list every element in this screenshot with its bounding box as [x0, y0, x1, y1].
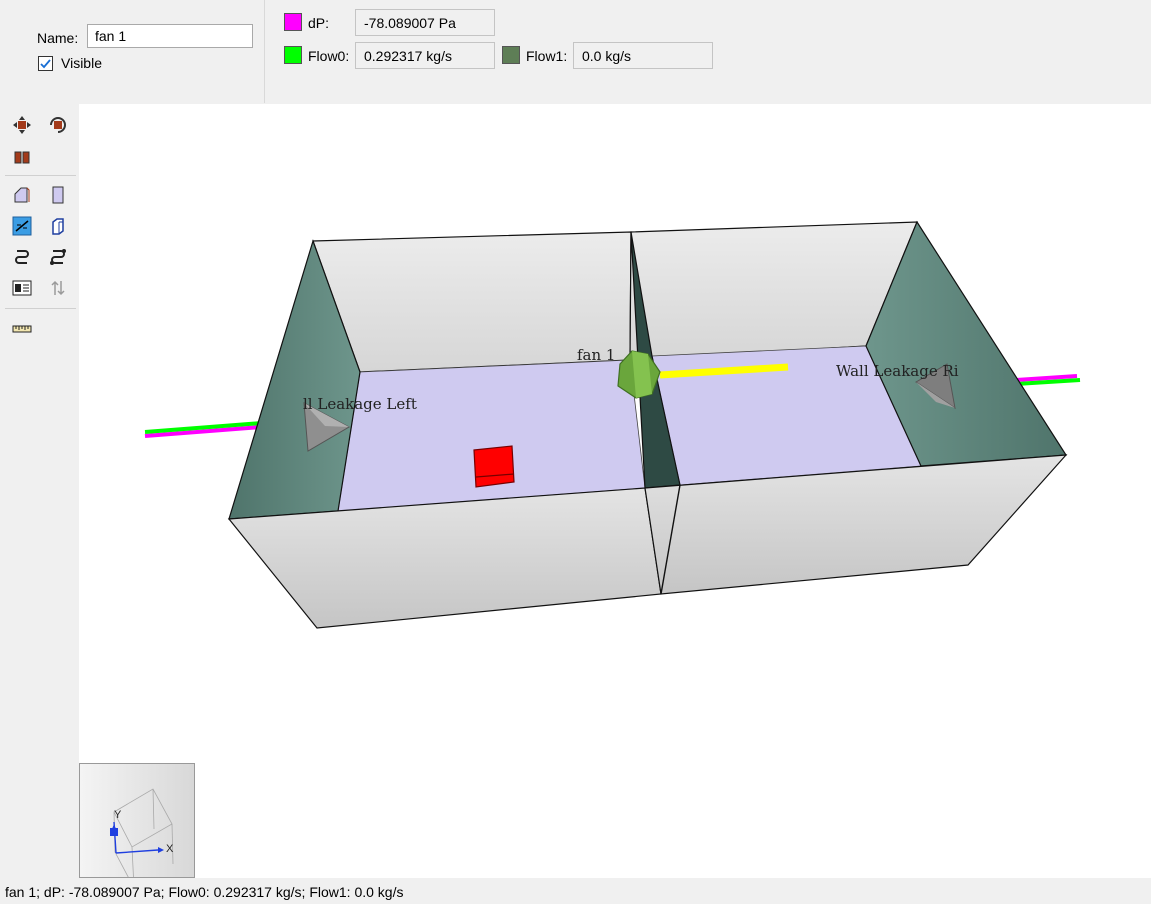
properties-panel: Name: Visible — [0, 0, 265, 103]
show-flows-button[interactable] — [11, 215, 33, 237]
path-edit-button[interactable] — [47, 246, 69, 268]
show-flows-icon — [12, 216, 32, 236]
show-volumes-button[interactable] — [47, 215, 69, 237]
flow0-color-swatch — [284, 46, 302, 64]
3d-viewport[interactable]: ll Leakage Left fan 1 Wall Leakage Ri — [79, 104, 1151, 878]
visible-checkbox[interactable] — [38, 55, 53, 71]
x-axis-label: X — [166, 843, 174, 855]
wall-leakage-right-label: Wall Leakage Ri — [836, 362, 959, 380]
flow0-value: 0.292317 kg/s — [355, 42, 495, 69]
status-bar: fan 1; dP: -78.089007 Pa; Flow0: 0.29231… — [5, 884, 404, 900]
view-toolbar — [0, 104, 79, 878]
sort-button[interactable] — [47, 277, 69, 299]
dp-label: dP: — [308, 15, 330, 31]
axes-orientation-widget: X Y — [79, 763, 195, 889]
wall-view-icon — [52, 186, 64, 204]
floor-left-zone — [337, 359, 646, 512]
name-label: Name: — [37, 30, 79, 46]
labels-toggle-button[interactable] — [11, 277, 33, 299]
rotate-tool-button[interactable] — [47, 114, 69, 136]
pan-tool-button[interactable] — [11, 114, 33, 136]
axes-gizmo-icon: X Y — [110, 788, 174, 889]
z-axis-marker — [110, 828, 118, 836]
perspective-view-button[interactable] — [11, 184, 33, 206]
wall-view-button[interactable] — [47, 184, 69, 206]
path-edit-icon — [50, 249, 66, 265]
occupant-icon[interactable] — [473, 445, 515, 488]
pan-tool-icon — [13, 116, 31, 134]
flow0-label: Flow0: — [308, 48, 350, 64]
flow1-value: 0.0 kg/s — [573, 42, 713, 69]
y-axis-label: Y — [114, 809, 122, 821]
visible-checkbox-row[interactable]: Visible — [38, 55, 102, 71]
rotate-tool-icon — [50, 117, 66, 133]
flow1-label: Flow1: — [526, 48, 568, 64]
perspective-view-icon — [14, 187, 30, 203]
ruler-icon — [12, 325, 32, 333]
dp-value: -78.089007 Pa — [355, 9, 495, 36]
checkmark-icon — [40, 58, 51, 68]
ruler-button[interactable] — [11, 318, 33, 340]
name-input[interactable] — [87, 24, 253, 48]
toolbar-separator — [5, 308, 76, 309]
x-axis-arrow — [158, 847, 164, 853]
wall-leakage-left-label: ll Leakage Left — [303, 395, 417, 413]
dp-color-swatch — [284, 13, 302, 31]
fan-label: fan 1 — [577, 346, 615, 364]
path-tool-icon — [15, 250, 29, 264]
x-axis-line — [115, 849, 159, 854]
model-scene: ll Leakage Left fan 1 Wall Leakage Ri — [144, 220, 1081, 629]
sort-icon — [51, 280, 65, 296]
show-volumes-icon — [52, 218, 64, 235]
toolbar-separator — [5, 175, 76, 176]
path-tool-button[interactable] — [11, 246, 33, 268]
orbit-tool-button[interactable] — [11, 147, 33, 169]
orbit-tool-icon — [14, 151, 30, 164]
labels-toggle-icon — [12, 280, 32, 296]
visible-label: Visible — [61, 55, 102, 71]
flow1-color-swatch — [502, 46, 520, 64]
